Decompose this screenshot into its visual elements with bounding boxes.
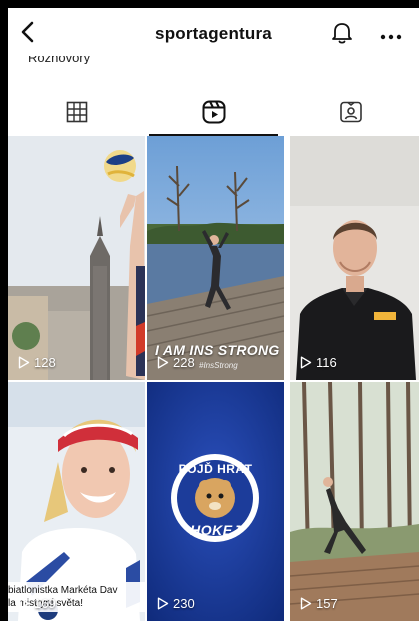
more-dots-icon — [380, 34, 402, 40]
view-count-label: 128 — [34, 355, 56, 370]
reel-tile[interactable]: POJĎ HRÁT HOKEJ 230 — [147, 382, 284, 621]
play-icon — [18, 597, 30, 610]
logo-text-top: POJĎ HRÁT — [178, 462, 253, 476]
logo-text-bottom: HOKEJ — [190, 522, 241, 538]
reels-grid: 128 I AM INS STRONG #InsStrong 228 116 b… — [8, 136, 419, 621]
play-icon — [157, 356, 169, 369]
reel-thumbnail-forest-workout — [290, 382, 419, 621]
view-count-label: 157 — [316, 596, 338, 611]
reel-view-count: 169 — [18, 596, 56, 611]
reel-thumbnail-hockey-logo — [147, 382, 284, 621]
reels-icon — [202, 100, 225, 124]
reel-thumbnail-volleyball — [8, 136, 145, 380]
view-count-label: 228 — [173, 355, 195, 370]
tagged-icon — [339, 101, 362, 123]
reel-thumbnail-interview — [290, 136, 419, 380]
reel-tile[interactable]: 116 — [290, 136, 419, 380]
reel-view-count: 157 — [300, 596, 338, 611]
play-icon — [300, 597, 312, 610]
view-count-label: 230 — [173, 596, 195, 611]
reel-view-count: 128 — [18, 355, 56, 370]
reel-view-count: 230 — [157, 596, 195, 611]
reel-view-count: 116 — [300, 355, 337, 370]
reel-tile[interactable]: 128 — [8, 136, 145, 380]
reel-tile[interactable]: biatlonistka Markéta Dav la mistryní svě… — [8, 382, 145, 621]
profile-screen: sportagentura Rozhovory 128 I AM INS STR… — [8, 8, 419, 621]
tab-grid[interactable] — [8, 88, 145, 136]
tab-tagged[interactable] — [282, 88, 419, 136]
view-count-label: 116 — [316, 355, 337, 370]
play-icon — [157, 597, 169, 610]
reel-tile[interactable]: 157 — [290, 382, 419, 621]
notifications-button[interactable] — [328, 18, 356, 46]
reel-overlay-signature: #InsStrong — [199, 361, 238, 370]
more-options-button[interactable] — [380, 28, 402, 40]
top-bar: sportagentura — [8, 8, 419, 56]
tab-reels[interactable] — [145, 88, 282, 136]
play-icon — [18, 356, 30, 369]
reel-tile[interactable]: I AM INS STRONG #InsStrong 228 — [147, 136, 284, 380]
bell-icon — [332, 23, 352, 44]
grid-icon — [66, 101, 87, 123]
reel-view-count: 228 — [157, 355, 195, 370]
play-icon — [300, 356, 312, 369]
profile-tabs — [8, 88, 419, 136]
view-count-label: 169 — [34, 596, 56, 611]
profile-username: sportagentura — [155, 24, 272, 43]
